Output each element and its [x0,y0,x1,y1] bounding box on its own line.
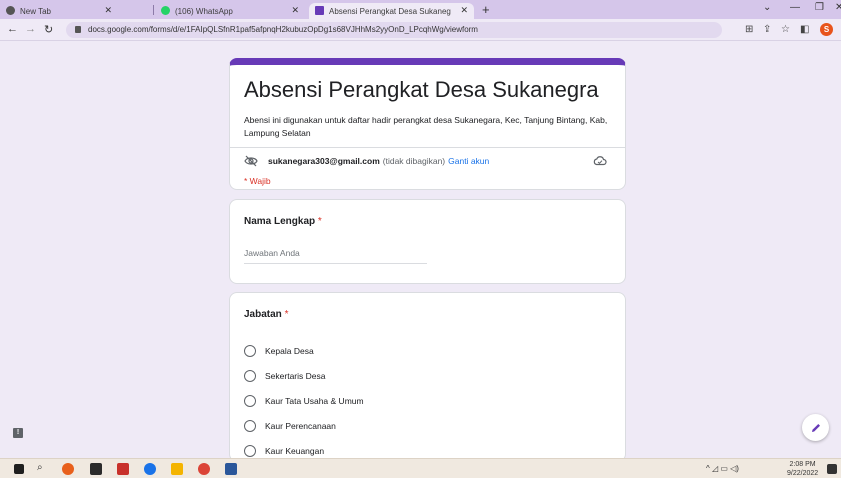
tab-google-form[interactable]: Absensi Perangkat Desa Sukaneg ✕ [309,3,474,19]
tab-title: Absensi Perangkat Desa Sukaneg [329,6,451,16]
switch-account-link[interactable]: Ganti akun [448,156,489,166]
taskbar-clock[interactable]: 2:08 PM 9/22/2022 [787,460,818,478]
question-title: Jabatan * [244,309,288,320]
radio-button[interactable] [244,344,256,357]
tab-close-icon[interactable]: ✕ [104,5,112,16]
whatsapp-icon [161,6,170,15]
not-shared-label: (tidak dibagikan) [382,156,446,166]
header-divider [230,147,625,148]
word-icon[interactable] [225,463,237,475]
feedback-icon[interactable]: ! [13,428,23,438]
radio-button[interactable] [244,419,256,432]
windows-start-icon[interactable] [14,464,24,474]
tab-whatsapp[interactable]: (106) WhatsApp ✕ [155,3,305,19]
radio-button[interactable] [244,444,256,457]
forward-arrow-icon[interactable]: → [25,23,36,35]
clock-date: 9/22/2022 [787,470,819,477]
radio-option[interactable]: Kepala Desa [244,338,364,363]
radio-option[interactable]: Kaur Perencanaan [244,413,364,438]
form-title: Absensi Perangkat Desa Sukanegra [244,77,599,102]
close-window-icon[interactable]: ✕ [835,2,841,13]
pencil-icon [811,423,820,432]
restore-icon[interactable]: ❐ [815,2,824,13]
edge-icon[interactable] [144,463,156,475]
option-label: Sekertaris Desa [265,370,326,381]
not-shared-eye-icon [244,155,258,167]
new-tab-plus-icon[interactable]: + [482,2,490,17]
question-card-jabatan: Jabatan * Kepala Desa Sekertaris Desa Ka… [229,292,626,462]
pdf-reader-icon[interactable] [117,463,129,475]
minimize-icon[interactable]: — [790,2,800,13]
tab-title: New Tab [20,6,51,16]
address-bar[interactable]: docs.google.com/forms/d/e/1FAIpQLSfnR1pa… [66,22,722,38]
cloud-save-icon [593,156,607,166]
browser-toolbar: ← → ↻ docs.google.com/forms/d/e/1FAIpQLS… [0,19,841,41]
edit-pencil-button[interactable] [802,414,829,441]
required-asterisk: * [284,309,289,320]
radio-options: Kepala Desa Sekertaris Desa Kaur Tata Us… [244,338,364,463]
form-description: Abensi ini digunakan untuk daftar hadir … [244,115,608,138]
radio-button[interactable] [244,394,256,407]
lock-icon [75,26,81,33]
form-header-card: Absensi Perangkat Desa Sukanegra Abensi … [229,58,626,190]
radio-button[interactable] [244,369,256,382]
account-email: sukanegara303@gmail.com [268,156,380,166]
store-icon[interactable] [90,463,102,475]
tab-divider [153,5,154,15]
option-label: Kaur Keuangan [265,445,325,456]
tab-close-icon[interactable]: ✕ [291,5,299,16]
radio-option[interactable]: Kaur Tata Usaha & Umum [244,388,364,413]
chrome-icon [6,6,15,15]
system-tray-icons[interactable]: ^ ◿ ▭ ◁) [706,464,739,473]
clock-time: 2:08 PM [789,461,816,468]
question-label: Nama Lengkap [244,216,316,227]
bookmark-star-icon[interactable]: ☆ [781,24,790,35]
tab-title: (106) WhatsApp [175,6,233,16]
side-panel-icon[interactable]: ◧ [800,24,809,35]
required-note: * Wajib [244,176,271,186]
chrome-taskbar-icon[interactable] [198,463,210,475]
option-label: Kepala Desa [265,345,314,356]
firefox-icon[interactable] [62,463,74,475]
url-text: docs.google.com/forms/d/e/1FAIpQLSfnR1pa… [88,25,478,34]
google-forms-icon [315,6,324,15]
back-arrow-icon[interactable]: ← [7,23,18,35]
notification-icon[interactable] [827,464,837,474]
question-title: Nama Lengkap * [244,216,322,227]
name-answer-input[interactable]: Jawaban Anda [244,248,427,264]
tab-close-icon[interactable]: ✕ [460,5,468,16]
question-label: Jabatan [244,309,282,320]
tab-new-tab[interactable]: New Tab ✕ [0,3,118,19]
reload-icon[interactable]: ↻ [44,23,53,36]
radio-option[interactable]: Sekertaris Desa [244,363,364,388]
option-label: Kaur Perencanaan [265,420,336,431]
account-row: sukanegara303@gmail.com (tidak dibagikan… [244,155,489,167]
question-card-nama: Nama Lengkap * Jawaban Anda [229,199,626,284]
windows-taskbar: ⌕ ^ ◿ ▭ ◁) 2:08 PM 9/22/2022 [0,458,841,478]
share-icon[interactable]: ⇪ [763,24,771,35]
tab-search-chevron-icon[interactable]: ⌄ [763,2,771,13]
browser-tab-strip: New Tab ✕ (106) WhatsApp ✕ Absensi Peran… [0,0,841,19]
file-explorer-icon[interactable] [171,463,183,475]
translate-icon[interactable]: ⊞ [745,24,753,35]
option-label: Kaur Tata Usaha & Umum [265,395,364,406]
required-asterisk: * [317,216,322,227]
profile-avatar[interactable]: S [820,23,833,36]
search-icon[interactable]: ⌕ [37,462,43,473]
